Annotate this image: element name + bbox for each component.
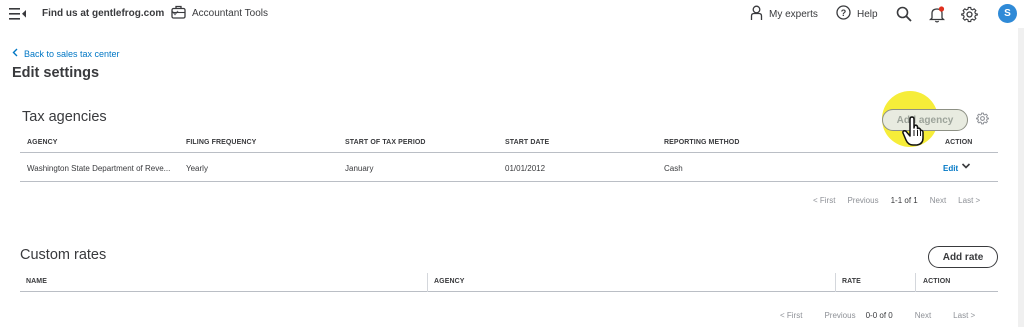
pager-last[interactable]: Last > — [953, 311, 975, 320]
col-action: ACTION — [923, 278, 951, 285]
pager-range: 1-1 of 1 — [890, 196, 918, 205]
col-reporting-method: REPORTING METHOD — [664, 139, 740, 146]
tax-agencies-table: AGENCY FILING FREQUENCY START OF TAX PER… — [20, 137, 998, 183]
help-icon: ? — [836, 5, 851, 23]
tax-agencies-title: Tax agencies — [22, 109, 107, 125]
cell-agency: Washington State Department of Reve... — [27, 164, 171, 173]
briefcase-icon — [171, 5, 186, 22]
avatar[interactable]: S — [998, 4, 1017, 23]
cell-start-date: 01/01/2012 — [505, 164, 546, 173]
add-rate-button[interactable]: Add rate — [928, 246, 998, 268]
menu-collapse-icon[interactable] — [9, 6, 27, 22]
my-experts-button[interactable]: My experts — [750, 5, 818, 24]
col-filing-frequency: FILING FREQUENCY — [186, 139, 257, 146]
chevron-down-icon[interactable] — [961, 162, 971, 172]
tax-agencies-pager: < First Previous 1-1 of 1 Next Last > — [813, 196, 980, 205]
col-rate: RATE — [842, 278, 861, 285]
cell-filing-frequency: Yearly — [186, 164, 208, 173]
table-header: NAME AGENCY RATE ACTION — [20, 273, 998, 292]
col-action: ACTION — [945, 139, 973, 146]
col-start-of-tax-period: START OF TAX PERIOD — [345, 139, 426, 146]
person-icon — [750, 5, 763, 24]
my-experts-label: My experts — [769, 9, 818, 20]
cell-start-of-tax-period: January — [345, 164, 374, 173]
edit-link[interactable]: Edit — [943, 164, 958, 173]
cell-reporting-method: Cash — [664, 164, 683, 173]
table-settings-gear-icon[interactable] — [976, 112, 989, 125]
accountant-tools-button[interactable]: Accountant Tools — [171, 5, 268, 21]
col-agency: AGENCY — [434, 278, 465, 285]
custom-rates-title: Custom rates — [20, 247, 107, 263]
pager-next[interactable]: Next — [915, 311, 931, 320]
notification-bell-icon[interactable] — [928, 5, 946, 23]
top-bar: Find us at gentlefrog.com Accountant Too… — [0, 0, 1024, 28]
column-divider — [915, 273, 916, 292]
table-row: Washington State Department of Reve... Y… — [20, 154, 998, 182]
col-agency: AGENCY — [27, 139, 58, 146]
chevron-left-icon — [12, 48, 18, 59]
pager-last[interactable]: Last > — [958, 196, 980, 205]
back-to-sales-tax-link[interactable]: Back to sales tax center — [12, 48, 120, 59]
table-header: AGENCY FILING FREQUENCY START OF TAX PER… — [20, 137, 998, 153]
pager-first[interactable]: < First — [813, 196, 835, 205]
page-scrollbar[interactable] — [1018, 28, 1024, 327]
company-name: Find us at gentlefrog.com — [42, 8, 165, 19]
pager-next[interactable]: Next — [930, 196, 946, 205]
pager-first[interactable]: < First — [780, 311, 802, 320]
company-switcher[interactable]: Find us at gentlefrog.com — [42, 8, 179, 19]
help-button[interactable]: ? Help — [836, 5, 878, 23]
hand-cursor-icon — [901, 116, 927, 146]
gear-icon[interactable] — [960, 5, 978, 23]
custom-rates-pager: < First Previous 0-0 of 0 Next Last > — [780, 311, 975, 320]
help-label: Help — [857, 8, 878, 20]
pager-range: 0-0 of 0 — [865, 311, 893, 320]
col-start-date: START DATE — [505, 139, 550, 146]
custom-rates-table: NAME AGENCY RATE ACTION — [20, 273, 998, 292]
accountant-tools-label: Accountant Tools — [192, 7, 268, 19]
search-icon[interactable] — [895, 5, 913, 23]
svg-text:?: ? — [841, 8, 847, 18]
col-name: NAME — [26, 278, 48, 285]
column-divider — [835, 273, 836, 292]
pager-previous[interactable]: Previous — [824, 311, 855, 320]
page-title: Edit settings — [12, 65, 100, 81]
back-link-label: Back to sales tax center — [24, 48, 120, 59]
column-divider — [427, 273, 428, 292]
pager-previous[interactable]: Previous — [847, 196, 878, 205]
